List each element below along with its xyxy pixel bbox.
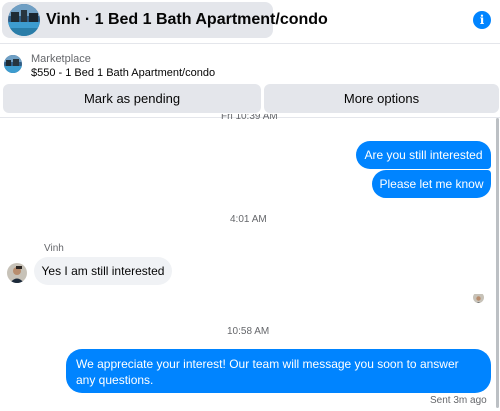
outgoing-message[interactable]: Please let me know — [372, 170, 491, 198]
timestamp: 10:58 AM — [227, 326, 270, 337]
message-status: Sent 3m ago — [430, 395, 487, 406]
conversation-title: Vinh · 1 Bed 1 Bath Apartment/condo — [46, 11, 328, 28]
seen-indicator-avatar — [473, 292, 484, 303]
marketplace-label: Marketplace — [31, 53, 91, 65]
timestamp: 4:01 AM — [230, 214, 267, 225]
timestamp: Fri 10:39 AM — [221, 114, 278, 122]
listing-title: $550 - 1 Bed 1 Bath Apartment/condo — [31, 67, 216, 79]
listing-avatar — [8, 4, 40, 36]
incoming-message[interactable]: Yes I am still interested — [34, 257, 172, 285]
sender-avatar[interactable] — [7, 263, 27, 283]
more-options-button[interactable]: More options — [264, 84, 499, 113]
sender-name: Vinh — [44, 243, 64, 254]
marketplace-listing[interactable]: Marketplace $550 - 1 Bed 1 Bath Apartmen… — [0, 46, 500, 82]
outgoing-message[interactable]: We appreciate your interest! Our team wi… — [66, 349, 491, 393]
scrollbar[interactable] — [496, 118, 499, 408]
conversation-header: Vinh · 1 Bed 1 Bath Apartment/condo i — [0, 0, 500, 44]
mark-as-pending-button[interactable]: Mark as pending — [3, 84, 261, 113]
listing-thumbnail — [4, 55, 22, 73]
info-icon[interactable]: i — [473, 11, 491, 29]
conversation-title-button[interactable]: Vinh · 1 Bed 1 Bath Apartment/condo — [2, 2, 328, 38]
outgoing-message[interactable]: Are you still interested — [356, 141, 491, 169]
